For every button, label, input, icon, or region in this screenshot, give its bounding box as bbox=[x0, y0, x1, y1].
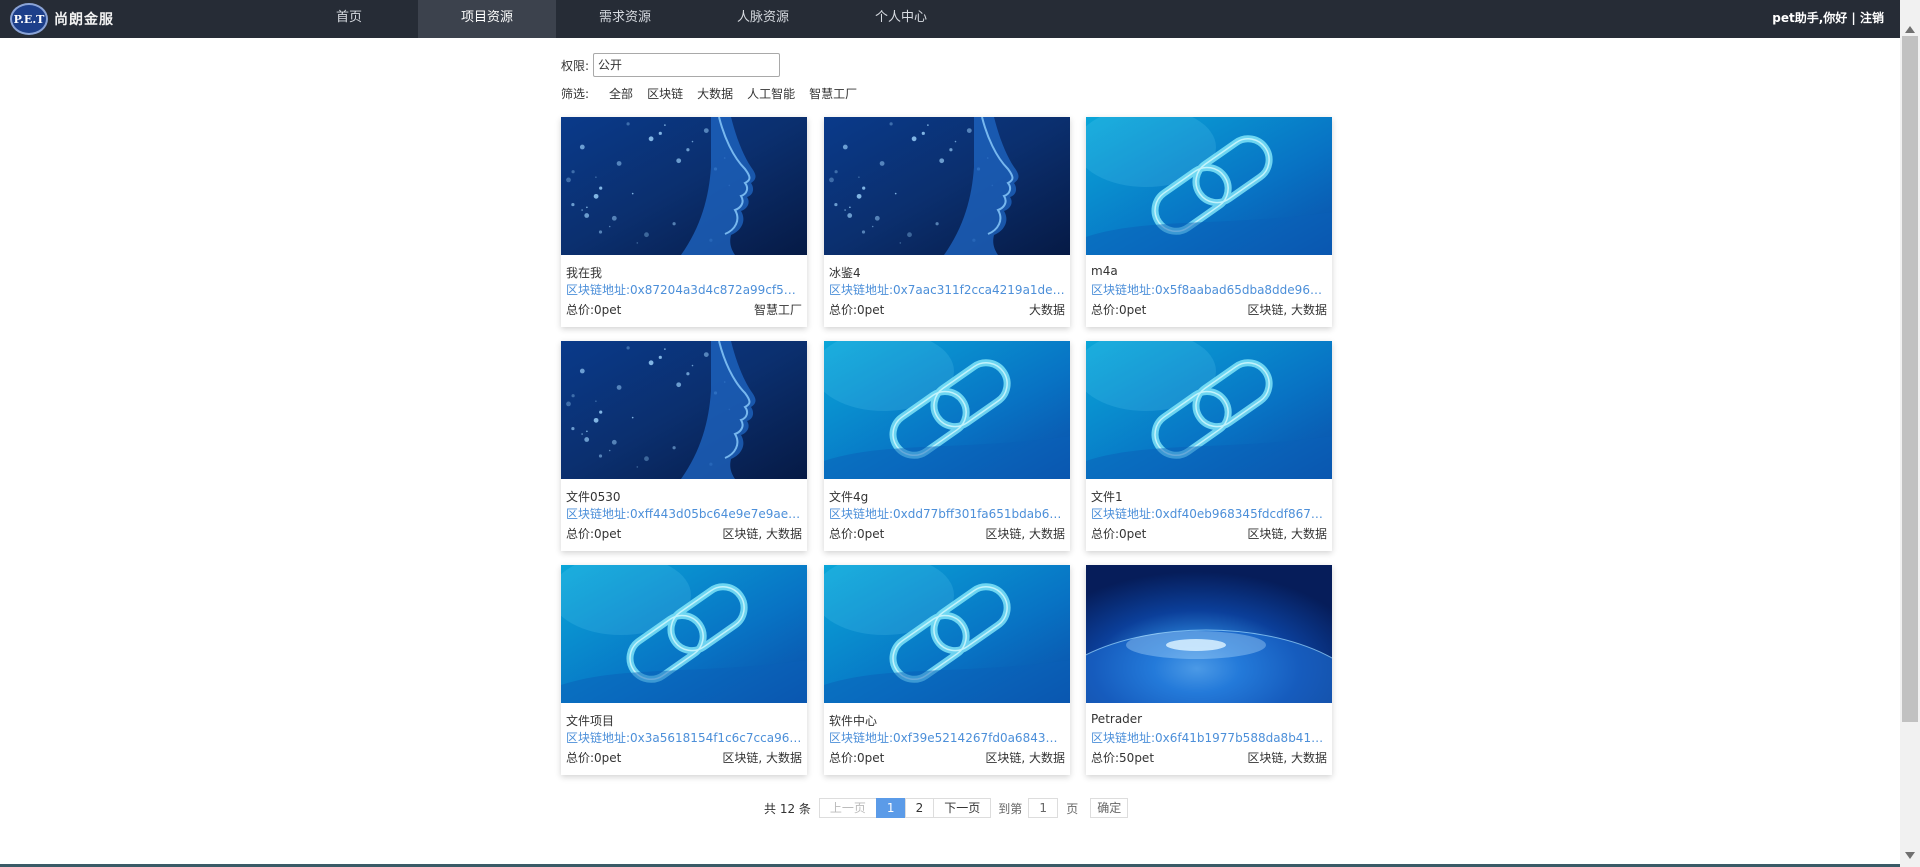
card-tags: 区块链, 大数据 bbox=[722, 527, 802, 541]
card-title[interactable]: 文件0530 bbox=[566, 488, 621, 505]
card-total-price: 总价:0pet bbox=[566, 527, 622, 541]
scroll-thumb[interactable] bbox=[1902, 36, 1918, 722]
card-title[interactable]: 文件4g bbox=[829, 488, 868, 505]
card-tags: 智慧工厂 bbox=[753, 303, 802, 317]
card-blockchain-address: 区块链地址:0x7aac311f2cca4219a1de8... bbox=[829, 283, 1065, 297]
nav-home[interactable]: 首页 bbox=[280, 0, 418, 38]
blockchain-chain-image[interactable] bbox=[824, 341, 1070, 479]
card-blockchain-address: 区块链地址:0xdf40eb968345fdcdf86713... bbox=[1091, 507, 1327, 521]
pager-jump-prefix: 到第 bbox=[998, 801, 1023, 816]
project-card[interactable]: 我在我 区块链地址:0x87204a3d4c872a99cf5dcf... 总价… bbox=[561, 117, 807, 327]
project-card[interactable]: 文件项目 区块链地址:0x3a5618154f1c6c7cca965... 总价… bbox=[561, 565, 807, 775]
card-blockchain-address: 区块链地址:0xdd77bff301fa651bdab678... bbox=[829, 507, 1065, 521]
ai-face-image[interactable] bbox=[824, 117, 1070, 255]
project-card[interactable]: 冰鉴4 区块链地址:0x7aac311f2cca4219a1de8... 总价:… bbox=[824, 117, 1070, 327]
card-total-price: 总价:0pet bbox=[829, 751, 885, 765]
card-title[interactable]: 软件中心 bbox=[829, 712, 877, 729]
ai-face-image[interactable] bbox=[561, 117, 807, 255]
card-total-price: 总价:0pet bbox=[1091, 303, 1147, 317]
project-card[interactable]: Petrader 区块链地址:0x6f41b1977b588da8b41ef..… bbox=[1086, 565, 1332, 775]
filter-ai[interactable]: 人工智能 bbox=[747, 85, 795, 102]
project-card[interactable]: m4a 区块链地址:0x5f8aabad65dba8dde96ef... 总价:… bbox=[1086, 117, 1332, 327]
pager-page-2[interactable]: 2 bbox=[904, 798, 935, 818]
pager-confirm-button[interactable]: 确定 bbox=[1090, 798, 1129, 818]
card-tags: 区块链, 大数据 bbox=[1247, 751, 1327, 765]
card-blockchain-address: 区块链地址:0xf39e5214267fd0a68436d... bbox=[829, 731, 1065, 745]
pager-prev-button[interactable]: 上一页 bbox=[818, 798, 877, 818]
card-total-price: 总价:0pet bbox=[829, 303, 885, 317]
card-blockchain-address: 区块链地址:0x87204a3d4c872a99cf5dcf... bbox=[566, 283, 802, 297]
card-blockchain-address: 区块链地址:0xff443d05bc64e9e7e9ae9... bbox=[566, 507, 802, 521]
card-tags: 区块链, 大数据 bbox=[722, 751, 802, 765]
page-scrollbar[interactable] bbox=[1900, 0, 1920, 867]
card-title[interactable]: 冰鉴4 bbox=[829, 264, 861, 281]
top-navbar: P.E.T 尚朗金服 首页 项目资源 需求资源 人脉资源 个人中心 pet助手,… bbox=[0, 0, 1920, 38]
pager-page-1[interactable]: 1 bbox=[875, 798, 906, 818]
card-tags: 区块链, 大数据 bbox=[985, 527, 1065, 541]
card-title[interactable]: 文件项目 bbox=[566, 712, 614, 729]
nav-contacts-resources[interactable]: 人脉资源 bbox=[694, 0, 832, 38]
card-title[interactable]: 我在我 bbox=[566, 264, 602, 281]
card-tags: 区块链, 大数据 bbox=[1247, 303, 1327, 317]
filter-blockchain[interactable]: 区块链 bbox=[647, 85, 683, 102]
logo-text: 尚朗金服 bbox=[54, 12, 114, 28]
blockchain-chain-image[interactable] bbox=[1086, 341, 1332, 479]
project-card[interactable]: 软件中心 区块链地址:0xf39e5214267fd0a68436d... 总价… bbox=[824, 565, 1070, 775]
blockchain-chain-image[interactable] bbox=[561, 565, 807, 703]
filter-all[interactable]: 全部 bbox=[609, 85, 633, 102]
card-total-price: 总价:0pet bbox=[1091, 527, 1147, 541]
permission-label: 权限: bbox=[561, 58, 590, 73]
filter-bigdata[interactable]: 大数据 bbox=[697, 85, 733, 102]
user-greeting-logout[interactable]: pet助手,你好 | 注销 bbox=[1772, 0, 1884, 38]
card-tags: 大数据 bbox=[1028, 303, 1065, 317]
nav-demand-resources[interactable]: 需求资源 bbox=[556, 0, 694, 38]
card-title[interactable]: m4a bbox=[1091, 264, 1118, 278]
card-title[interactable]: 文件1 bbox=[1091, 488, 1123, 505]
filter-smart-factory[interactable]: 智慧工厂 bbox=[809, 85, 857, 102]
card-total-price: 总价:0pet bbox=[829, 527, 885, 541]
card-total-price: 总价:0pet bbox=[566, 303, 622, 317]
permission-select[interactable]: 公开 bbox=[593, 53, 781, 77]
main-nav: 首页 项目资源 需求资源 人脉资源 个人中心 bbox=[280, 0, 970, 38]
logo-badge-icon: P.E.T bbox=[10, 3, 48, 35]
ai-face-image[interactable] bbox=[561, 341, 807, 479]
scroll-up-arrow-icon[interactable] bbox=[1905, 26, 1915, 33]
blockchain-chain-image[interactable] bbox=[1086, 117, 1332, 255]
scroll-down-arrow-icon[interactable] bbox=[1905, 852, 1915, 859]
pagination: 共 12 条 上一页 1 2 下一页 到第 1 页 确定 bbox=[764, 797, 1129, 819]
permission-row: 权限: 公开 bbox=[561, 53, 781, 77]
nav-project-resources[interactable]: 项目资源 bbox=[418, 0, 556, 38]
card-blockchain-address: 区块链地址:0x5f8aabad65dba8dde96ef... bbox=[1091, 283, 1327, 297]
pager-total: 共 12 条 bbox=[764, 801, 811, 816]
card-tags: 区块链, 大数据 bbox=[1247, 527, 1327, 541]
pager-next-button[interactable]: 下一页 bbox=[933, 798, 992, 818]
card-total-price: 总价:50pet bbox=[1091, 751, 1155, 765]
brand-logo[interactable]: P.E.T 尚朗金服 bbox=[10, 3, 114, 35]
card-total-price: 总价:0pet bbox=[566, 751, 622, 765]
project-card[interactable]: 文件4g 区块链地址:0xdd77bff301fa651bdab678... 总… bbox=[824, 341, 1070, 551]
globe-network-image[interactable] bbox=[1086, 565, 1332, 703]
filter-label: 筛选: bbox=[561, 87, 590, 101]
card-title[interactable]: Petrader bbox=[1091, 712, 1142, 726]
nav-personal-center[interactable]: 个人中心 bbox=[832, 0, 970, 38]
project-card[interactable]: 文件1 区块链地址:0xdf40eb968345fdcdf86713... 总价… bbox=[1086, 341, 1332, 551]
blockchain-chain-image[interactable] bbox=[824, 565, 1070, 703]
project-card[interactable]: 文件0530 区块链地址:0xff443d05bc64e9e7e9ae9... … bbox=[561, 341, 807, 551]
card-tags: 区块链, 大数据 bbox=[985, 751, 1065, 765]
card-blockchain-address: 区块链地址:0x3a5618154f1c6c7cca965... bbox=[566, 731, 802, 745]
pager-jump-suffix: 页 bbox=[1066, 801, 1079, 816]
filter-row: 筛选: 全部 区块链 大数据 人工智能 智慧工厂 bbox=[561, 85, 871, 102]
pager-jump-input[interactable]: 1 bbox=[1028, 798, 1059, 818]
card-blockchain-address: 区块链地址:0x6f41b1977b588da8b41ef... bbox=[1091, 731, 1327, 745]
